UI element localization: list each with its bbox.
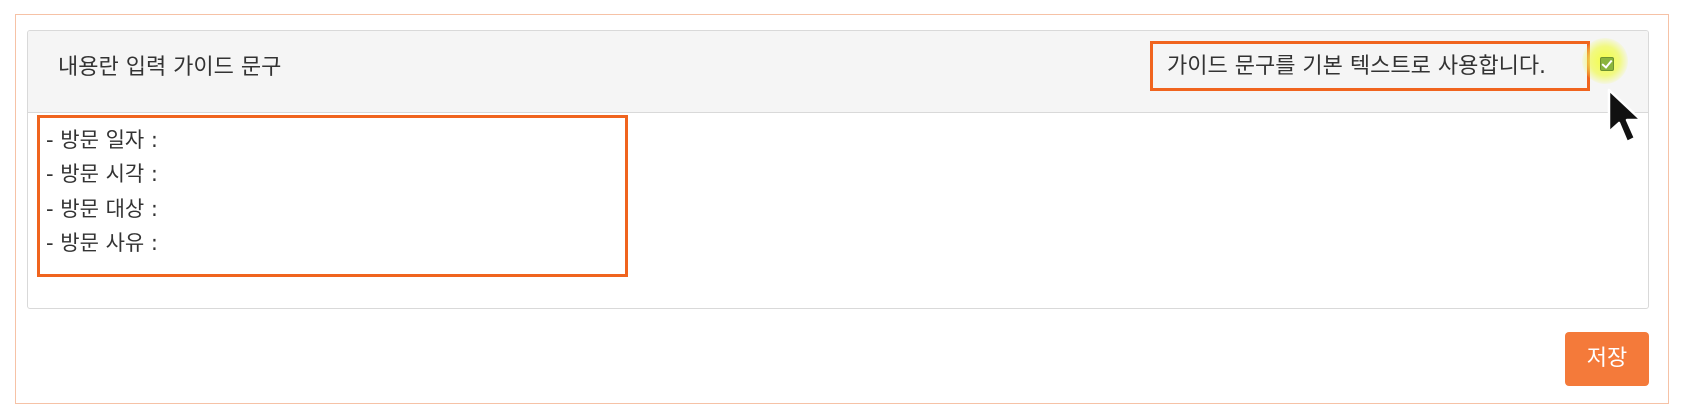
guide-line-visit-time: - 방문 시각 : xyxy=(46,162,158,186)
use-guide-text-label[interactable]: 가이드 문구를 기본 텍스트로 사용합니다. xyxy=(1167,52,1546,82)
guide-line-visit-date: - 방문 일자 : xyxy=(46,128,158,152)
save-button[interactable]: 저장 xyxy=(1565,332,1649,386)
guide-line-visit-reason: - 방문 사유 : xyxy=(46,231,158,255)
use-guide-text-checkbox[interactable] xyxy=(1600,57,1614,71)
use-guide-text-option[interactable]: 가이드 문구를 기본 텍스트로 사용합니다. xyxy=(1150,41,1590,91)
guide-line-visit-target: - 방문 대상 : xyxy=(46,197,158,221)
panel-title: 내용란 입력 가이드 문구 xyxy=(58,55,282,80)
panel-header: 내용란 입력 가이드 문구 가이드 문구를 기본 텍스트로 사용합니다. xyxy=(28,31,1648,113)
mouse-pointer-icon xyxy=(1607,88,1643,144)
